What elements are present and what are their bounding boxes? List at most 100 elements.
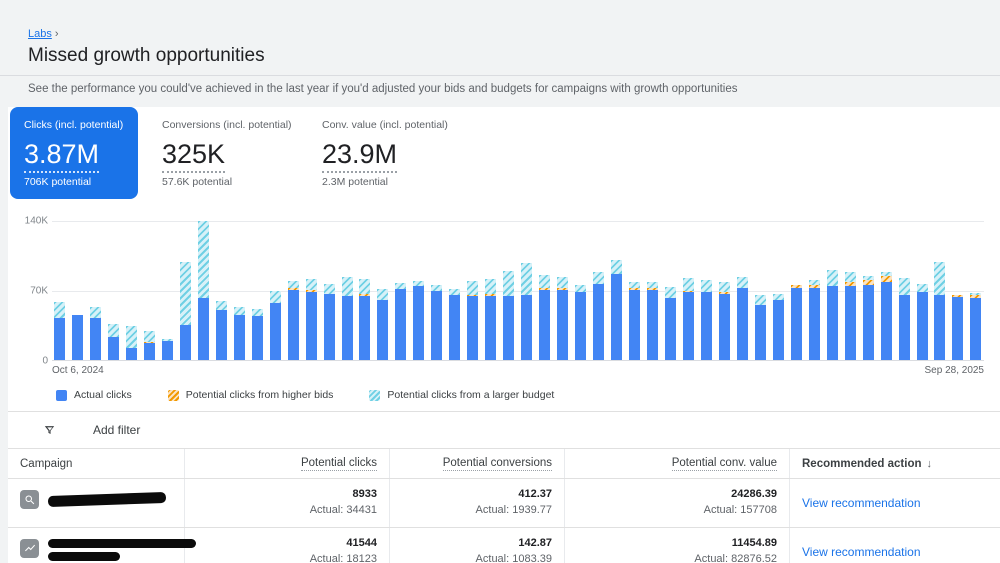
- chart-bar[interactable]: [54, 221, 65, 360]
- filter-bar: Add filter: [8, 412, 1000, 448]
- chart-bar[interactable]: [970, 221, 981, 360]
- redacted-campaign-name[interactable]: [48, 539, 196, 548]
- legend-item-actual-clicks[interactable]: Actual clicks: [56, 389, 132, 401]
- metric-card-clicks[interactable]: Clicks (incl. potential) 3.87M 706K pote…: [10, 107, 138, 199]
- bar-segment-actual: [288, 290, 299, 360]
- potential-conversions-cell: 412.37 Actual: 1939.77: [390, 479, 565, 527]
- chart-bar[interactable]: [899, 221, 910, 360]
- chart-bar[interactable]: [234, 221, 245, 360]
- bar-segment-budget: [575, 285, 586, 292]
- bar-segment-budget: [288, 281, 299, 288]
- legend-item-higher-bids[interactable]: Potential clicks from higher bids: [168, 389, 334, 401]
- chart-bar[interactable]: [72, 221, 83, 360]
- chart-bar[interactable]: [934, 221, 945, 360]
- filter-funnel-icon[interactable]: [42, 423, 57, 438]
- bar-segment-budget: [234, 307, 245, 315]
- chart-bar[interactable]: [629, 221, 640, 360]
- bar-segment-actual: [899, 295, 910, 360]
- chart-bar[interactable]: [845, 221, 856, 360]
- bar-segment-actual: [395, 289, 406, 360]
- chart-bar[interactable]: [306, 221, 317, 360]
- bar-segment-actual: [611, 274, 622, 360]
- bar-segment-actual: [377, 300, 388, 360]
- bar-segment-actual: [934, 295, 945, 360]
- chart-bar[interactable]: [863, 221, 874, 360]
- chart-bar[interactable]: [90, 221, 101, 360]
- chart-bar[interactable]: [342, 221, 353, 360]
- bar-segment-budget: [377, 289, 388, 300]
- column-header-potential-conv-value[interactable]: Potential conv. value: [565, 449, 790, 478]
- view-recommendation-link[interactable]: View recommendation: [802, 496, 921, 510]
- main-panel: Clicks (incl. potential) 3.87M 706K pote…: [8, 107, 1000, 563]
- chart-bar[interactable]: [575, 221, 586, 360]
- chart-bar[interactable]: [485, 221, 496, 360]
- chart-bar[interactable]: [108, 221, 119, 360]
- chart-bar[interactable]: [413, 221, 424, 360]
- legend-label: Potential clicks from higher bids: [186, 389, 334, 401]
- chart-bar[interactable]: [809, 221, 820, 360]
- legend-item-larger-budget[interactable]: Potential clicks from a larger budget: [369, 389, 554, 401]
- bar-segment-budget: [611, 260, 622, 274]
- chart-bar[interactable]: [324, 221, 335, 360]
- metric-card-conversions[interactable]: Conversions (incl. potential) 325K 57.6K…: [148, 107, 298, 199]
- chart-bar[interactable]: [881, 221, 892, 360]
- metric-value: 23.9M: [322, 139, 397, 173]
- column-header-potential-conversions[interactable]: Potential conversions: [390, 449, 565, 478]
- chart-bar[interactable]: [395, 221, 406, 360]
- column-header-campaign[interactable]: Campaign: [8, 449, 185, 478]
- chart-bar[interactable]: [216, 221, 227, 360]
- chart-bar[interactable]: [773, 221, 784, 360]
- chart-bar[interactable]: [288, 221, 299, 360]
- view-recommendation-link[interactable]: View recommendation: [802, 545, 921, 559]
- chart-bar[interactable]: [180, 221, 191, 360]
- bar-segment-budget: [701, 280, 712, 292]
- chart-bar[interactable]: [719, 221, 730, 360]
- chart-bar[interactable]: [683, 221, 694, 360]
- chart-bar[interactable]: [431, 221, 442, 360]
- metric-card-conv-value[interactable]: Conv. value (incl. potential) 23.9M 2.3M…: [308, 107, 458, 199]
- chart-bar[interactable]: [126, 221, 137, 360]
- table-row: 41544 Actual: 18123 142.87 Actual: 1083.…: [8, 528, 1000, 563]
- chart-bar[interactable]: [952, 221, 963, 360]
- bar-segment-actual: [665, 298, 676, 360]
- bar-segment-budget: [359, 279, 370, 294]
- chart-bar[interactable]: [144, 221, 155, 360]
- add-filter-button[interactable]: Add filter: [93, 423, 140, 437]
- chart-bar[interactable]: [917, 221, 928, 360]
- chart-bar[interactable]: [539, 221, 550, 360]
- chart-bar[interactable]: [503, 221, 514, 360]
- chart-bar[interactable]: [198, 221, 209, 360]
- metric-label: Conv. value (incl. potential): [322, 119, 446, 131]
- chart-bar[interactable]: [827, 221, 838, 360]
- chart-bar[interactable]: [701, 221, 712, 360]
- chart-bar[interactable]: [377, 221, 388, 360]
- bar-segment-actual: [324, 294, 335, 360]
- breadcrumb-labs-link[interactable]: Labs: [28, 28, 52, 40]
- chart-bar[interactable]: [755, 221, 766, 360]
- chart-bar[interactable]: [665, 221, 676, 360]
- bar-segment-actual: [162, 341, 173, 360]
- chart-bar[interactable]: [737, 221, 748, 360]
- metric-label: Conversions (incl. potential): [162, 119, 286, 131]
- bar-segment-budget: [665, 287, 676, 298]
- redacted-campaign-name[interactable]: [48, 492, 166, 507]
- chart-bar[interactable]: [162, 221, 173, 360]
- chart-bar[interactable]: [270, 221, 281, 360]
- chart-bar[interactable]: [359, 221, 370, 360]
- chart-bar[interactable]: [647, 221, 658, 360]
- bar-segment-budget: [755, 295, 766, 305]
- chart-bar[interactable]: [593, 221, 604, 360]
- chart-bar[interactable]: [449, 221, 460, 360]
- redacted-campaign-name[interactable]: [48, 552, 120, 561]
- chart-bar[interactable]: [252, 221, 263, 360]
- chart-bar[interactable]: [791, 221, 802, 360]
- bar-segment-budget: [467, 281, 478, 295]
- chart-bar[interactable]: [467, 221, 478, 360]
- chart-bar[interactable]: [611, 221, 622, 360]
- chart-bar[interactable]: [557, 221, 568, 360]
- column-header-potential-clicks[interactable]: Potential clicks: [185, 449, 390, 478]
- chart-bar[interactable]: [521, 221, 532, 360]
- bar-segment-actual: [180, 325, 191, 360]
- bar-segment-budget: [917, 284, 928, 292]
- column-header-recommended-action[interactable]: Recommended action ↓: [790, 449, 1000, 478]
